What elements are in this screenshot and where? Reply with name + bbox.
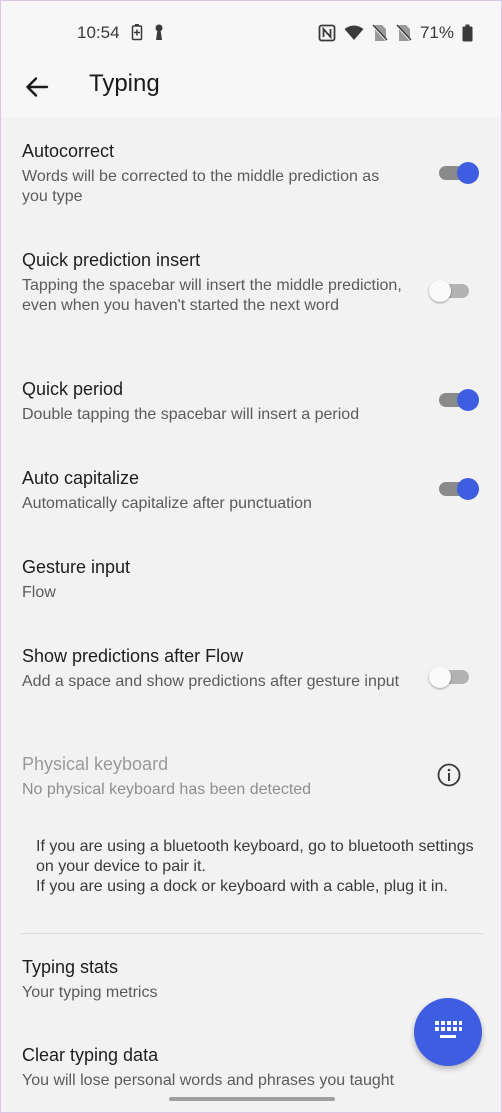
setting-subtitle: Double tapping the spacebar will insert … — [22, 406, 360, 423]
setting-title: Autocorrect — [22, 141, 115, 161]
keyboard-icon — [435, 1021, 462, 1038]
wifi-icon — [344, 25, 364, 40]
setting-quick-period[interactable]: Quick period Double tapping the spacebar… — [1, 371, 501, 441]
autocorrect-toggle[interactable] — [439, 162, 479, 184]
setting-auto-capitalize[interactable]: Auto capitalize Automatically capitalize… — [1, 460, 501, 530]
setting-title: Quick period — [22, 379, 124, 399]
quick-period-toggle[interactable] — [439, 389, 479, 411]
setting-title: Quick prediction insert — [22, 250, 201, 270]
gesture-home-bar[interactable] — [169, 1097, 335, 1101]
physical-keyboard-note: If you are using a bluetooth keyboard, g… — [36, 837, 476, 897]
setting-show-predictions-after-flow[interactable]: Show predictions after Flow Add a space … — [1, 638, 501, 728]
no-sim-icon — [372, 24, 388, 42]
info-icon[interactable] — [437, 763, 461, 787]
setting-subtitle: You will lose personal words and phrases… — [22, 1072, 395, 1089]
setting-subtitle: Add a space and show predictions after g… — [22, 673, 400, 690]
quick-prediction-insert-toggle[interactable] — [429, 280, 471, 302]
setting-title: Show predictions after Flow — [22, 646, 244, 666]
setting-subtitle: Words will be corrected to the middle pr… — [22, 168, 380, 205]
setting-gesture-input[interactable]: Gesture input Flow — [1, 549, 501, 619]
battery-icon — [462, 24, 473, 42]
divider — [21, 933, 483, 934]
battery-saver-icon — [131, 24, 143, 41]
screen: 10:54 71% Typing Autocorrect Words will … — [0, 0, 502, 1113]
setting-title: Gesture input — [22, 557, 131, 577]
note-line-1: If you are using a bluetooth keyboard, g… — [36, 838, 474, 875]
setting-subtitle: No physical keyboard has been detected — [22, 781, 312, 798]
show-predictions-toggle[interactable] — [429, 666, 471, 688]
setting-autocorrect[interactable]: Autocorrect Words will be corrected to t… — [1, 133, 501, 223]
setting-title: Clear typing data — [22, 1045, 159, 1065]
battery-percentage: 71% — [419, 23, 454, 42]
setting-quick-prediction-insert[interactable]: Quick prediction insert Tapping the spac… — [1, 242, 501, 352]
app-bar: Typing — [1, 61, 501, 117]
setting-subtitle: Automatically capitalize after punctuati… — [22, 495, 312, 512]
status-bar: 10:54 71% — [1, 1, 501, 61]
note-line-2: If you are using a dock or keyboard with… — [36, 878, 448, 895]
nfc-icon — [318, 24, 336, 42]
setting-subtitle: Your typing metrics — [22, 984, 158, 1001]
setting-title: Physical keyboard — [22, 754, 169, 774]
status-time: 10:54 — [77, 23, 120, 42]
setting-subtitle: Flow — [22, 584, 56, 601]
page-title: Typing — [89, 70, 160, 97]
setting-title: Typing stats — [22, 957, 119, 977]
setting-physical-keyboard: Physical keyboard No physical keyboard h… — [1, 746, 501, 816]
auto-capitalize-toggle[interactable] — [439, 478, 479, 500]
arrow-back-icon[interactable] — [23, 73, 51, 101]
no-sim-icon-2 — [396, 24, 412, 42]
setting-title: Auto capitalize — [22, 468, 140, 488]
setting-subtitle: Tapping the spacebar will insert the mid… — [22, 277, 402, 314]
keyhole-icon — [155, 24, 163, 40]
keyboard-fab-button[interactable] — [414, 998, 482, 1066]
